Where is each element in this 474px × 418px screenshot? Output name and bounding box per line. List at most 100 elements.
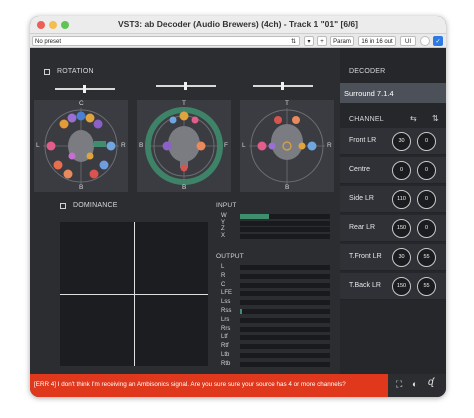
- output-channel-label: Rrs: [221, 325, 231, 332]
- channel-row: T.Front LR 30 55: [340, 244, 446, 271]
- panel1-bottom-label: B: [79, 184, 84, 191]
- fullscreen-icon[interactable]: ⛶: [396, 379, 402, 390]
- plugin-window: VST3: ab Decoder (Audio Brewers) (4ch) -…: [30, 16, 446, 397]
- host-toolbar: No preset ⇅ ▾ + Param 16 in 16 out UI ✓: [30, 34, 446, 48]
- output-channel-label: R: [221, 272, 226, 279]
- output-meter: [240, 291, 330, 297]
- chevron-updown-icon: ⇅: [290, 39, 296, 45]
- channel-name: Front LR: [349, 137, 377, 144]
- bypass-circle-button[interactable]: [420, 36, 430, 46]
- panel3-right-label: R: [327, 142, 332, 149]
- channel-row: T.Back LR 150 55: [340, 273, 446, 300]
- slider-knob[interactable]: [83, 85, 86, 93]
- elevation-dial[interactable]: 55: [417, 277, 436, 296]
- azimuth-dial[interactable]: 0: [392, 161, 411, 180]
- input-meter: [240, 227, 330, 232]
- preset-select[interactable]: No preset ⇅: [32, 36, 300, 46]
- elevation-dial-value: 0: [424, 196, 429, 202]
- output-label: OUTPUT: [216, 253, 244, 260]
- output-meter: [240, 273, 330, 279]
- top-view-panel[interactable]: C L R B: [34, 100, 128, 192]
- output-meter: [240, 326, 330, 332]
- slider-knob[interactable]: [184, 82, 187, 90]
- dominance-pad[interactable]: [60, 222, 208, 366]
- slider-knob[interactable]: [281, 82, 284, 90]
- back-view-diagram: [249, 108, 325, 184]
- input-meter: [240, 220, 330, 226]
- channel-name: Side LR: [349, 195, 374, 202]
- channel-name: Rear LR: [349, 224, 376, 231]
- azimuth-dial-value: 150: [396, 225, 407, 231]
- panel1-left-label: L: [36, 142, 40, 149]
- rotation-slider-2[interactable]: [156, 82, 216, 90]
- format-select[interactable]: Surround 7.1.4: [340, 83, 446, 103]
- azimuth-dial-value: 30: [398, 254, 405, 260]
- enable-checkbox[interactable]: ✓: [433, 36, 443, 46]
- azimuth-dial[interactable]: 150: [392, 277, 411, 296]
- decoder-label: DECODER: [349, 68, 386, 75]
- channel-row: Centre 0 0: [340, 157, 446, 184]
- rotation-slider-3[interactable]: [253, 82, 313, 90]
- panel2-right-label: F: [224, 142, 228, 149]
- top-view-diagram: [43, 108, 119, 184]
- channel-row: Side LR 110 0: [340, 186, 446, 213]
- format-value: Surround 7.1.4: [344, 89, 394, 98]
- input-meter: [240, 233, 330, 239]
- elevation-dial[interactable]: 0: [417, 161, 436, 180]
- rotation-checkbox[interactable]: [44, 69, 50, 75]
- output-meter: [240, 344, 330, 350]
- panel1-right-label: R: [121, 142, 126, 149]
- add-preset-button[interactable]: +: [317, 36, 327, 46]
- channel-name: Centre: [349, 166, 371, 173]
- channel-label: CHANNEL: [349, 116, 384, 123]
- param-button[interactable]: Param: [330, 36, 354, 46]
- elevation-dial[interactable]: 0: [417, 132, 436, 151]
- checkmark-icon: ✓: [435, 39, 441, 45]
- output-channel-label: Rss: [221, 308, 232, 314]
- azimuth-dial[interactable]: 150: [392, 219, 411, 238]
- rotation-slider-1[interactable]: [55, 85, 115, 93]
- output-channel-label: LFE: [221, 290, 233, 297]
- dominance-checkbox[interactable]: [60, 203, 66, 209]
- bottom-toolbar: ⛶ ◐ ᶑ: [388, 374, 446, 397]
- chevron-down-icon: ▾: [307, 39, 311, 45]
- azimuth-dial[interactable]: 30: [392, 248, 411, 267]
- output-meter: [240, 265, 330, 270]
- window-title: VST3: ab Decoder (Audio Brewers) (4ch) -…: [118, 19, 358, 29]
- input-channel-label: X: [221, 232, 226, 239]
- azimuth-dial-value: 0: [399, 167, 404, 173]
- input-channel-label: Z: [221, 226, 225, 232]
- side-view-panel[interactable]: T B F B: [137, 100, 231, 192]
- output-channel-label: Ltf: [221, 334, 228, 341]
- output-channel-label: Lss: [221, 299, 231, 306]
- panel3-top-label: T: [285, 100, 289, 107]
- elevation-dial[interactable]: 0: [417, 219, 436, 238]
- back-view-panel[interactable]: T L R B: [240, 100, 334, 192]
- panel3-bottom-label: B: [285, 184, 290, 191]
- input-channel-label: W: [221, 213, 227, 219]
- output-channel-label: Rtb: [221, 360, 231, 367]
- preset-menu-button[interactable]: ▾: [304, 36, 314, 46]
- azimuth-dial[interactable]: 110: [392, 190, 411, 209]
- azimuth-dial[interactable]: 30: [392, 132, 411, 151]
- dominance-crosshair-v: [134, 222, 135, 366]
- title-bar: VST3: ab Decoder (Audio Brewers) (4ch) -…: [30, 16, 446, 34]
- output-channel-label: Lrs: [221, 316, 230, 323]
- channel-row: Rear LR 150 0: [340, 215, 446, 242]
- contrast-icon[interactable]: ◐: [412, 379, 417, 389]
- io-button[interactable]: 16 in 16 out: [358, 36, 396, 46]
- elevation-dial[interactable]: 55: [417, 248, 436, 267]
- dominance-label: DOMINANCE: [73, 202, 118, 209]
- swap-horizontal-icon[interactable]: ⇆: [410, 114, 417, 123]
- decoder-sidebar: DECODER Surround 7.1.4 CHANNEL ⇆ ⇅ Front…: [340, 48, 446, 374]
- output-meter-fill: [240, 309, 242, 314]
- panel1-top-label: C: [79, 100, 84, 107]
- elevation-dial[interactable]: 0: [417, 190, 436, 209]
- azimuth-dial-value: 110: [397, 196, 406, 202]
- output-channel-label: C: [221, 281, 226, 288]
- swap-vertical-icon[interactable]: ⇅: [432, 114, 439, 123]
- panel2-left-label: B: [139, 142, 144, 149]
- ui-button[interactable]: UI: [400, 36, 416, 46]
- elevation-dial-value: 0: [424, 167, 429, 173]
- input-meter-fill: [240, 214, 269, 219]
